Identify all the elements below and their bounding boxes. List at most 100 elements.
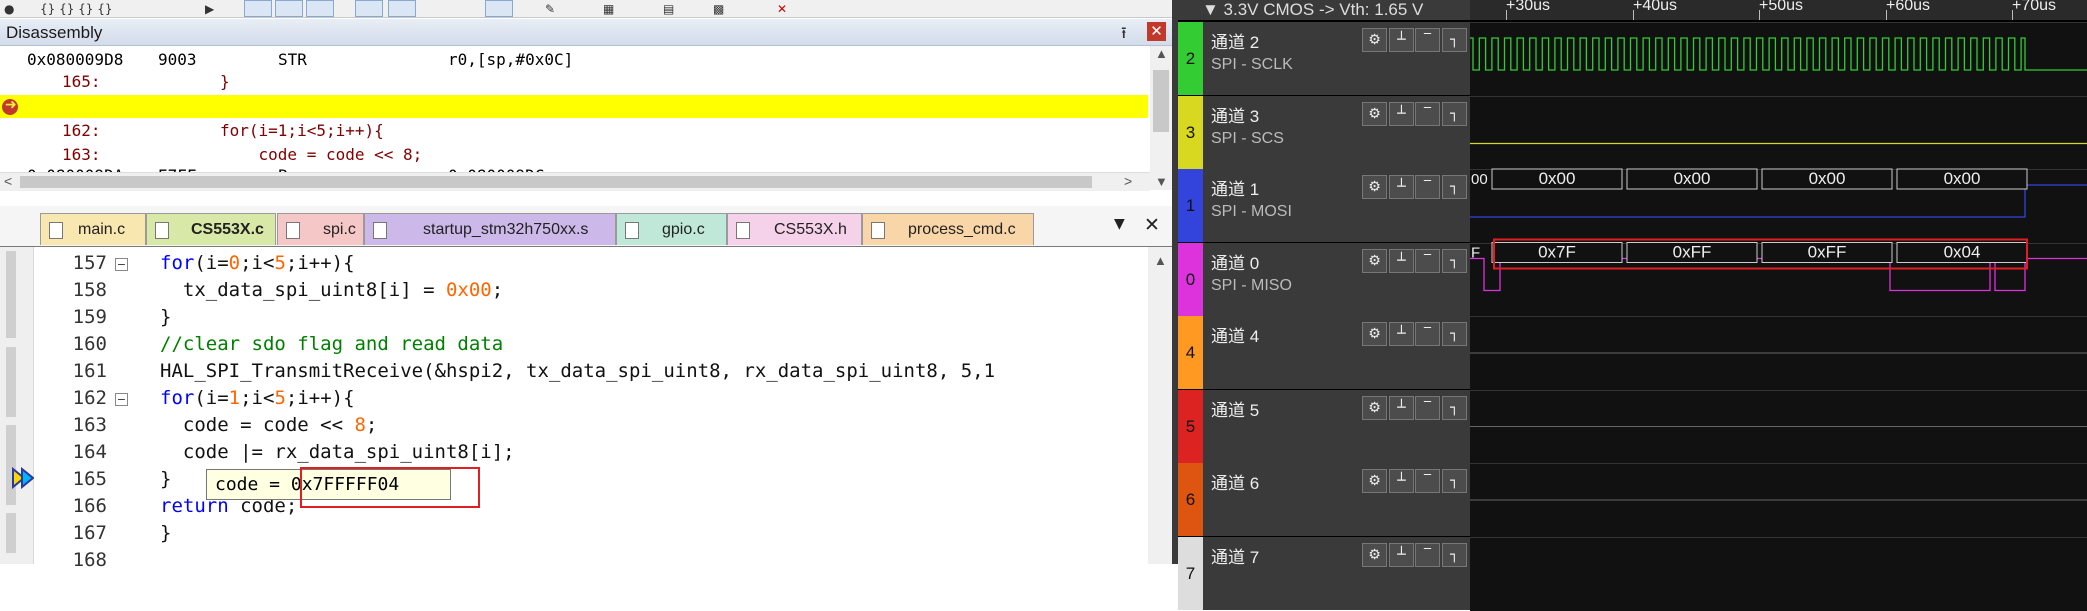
time-axis[interactable]: +30us +40us +50us +60us +70us xyxy=(1470,0,2087,20)
disassembly-vscrollbar[interactable]: ▲ ▼ xyxy=(1150,46,1172,190)
toolbar-button[interactable] xyxy=(275,0,303,17)
scroll-thumb[interactable] xyxy=(20,176,1092,188)
tab-main-c[interactable]: main.c xyxy=(40,213,146,245)
high-level-trigger-icon[interactable]: ‾ xyxy=(1415,542,1440,567)
fold-toggle-icon[interactable]: − xyxy=(115,393,128,406)
high-level-trigger-icon[interactable]: ‾ xyxy=(1415,469,1440,493)
close-icon[interactable]: ✕ xyxy=(1144,214,1160,236)
channel-row[interactable]: 7 通道 7 ⚙ ┴ ‾ ┐ xyxy=(1178,536,2087,611)
rising-edge-trigger-icon[interactable]: ┴ xyxy=(1389,542,1414,567)
channel-color-swatch[interactable]: 0 xyxy=(1178,242,1203,316)
source-line[interactable]: 162: for(i=1;i<5;i++){ xyxy=(0,119,1148,142)
channel-row[interactable]: 3 通道 3 SPI - SCS ⚙ ┴ ‾ ┐ xyxy=(1178,95,2087,170)
toolbar-button[interactable] xyxy=(388,0,416,17)
code-line[interactable]: 167} xyxy=(0,520,1148,547)
channel-row[interactable]: 1 通道 1 SPI - MOSI ⚙ ┴ ‾ ┐ xyxy=(1178,169,2087,243)
tab-gpio-c[interactable]: gpio.c xyxy=(616,213,727,245)
tab-menu-icon[interactable]: ▼ xyxy=(1114,216,1125,232)
settings-gear-icon[interactable]: ⚙ xyxy=(1362,175,1387,199)
channel-color-swatch[interactable]: 7 xyxy=(1178,536,1203,610)
tab-cs553x-c[interactable]: CS553X.c xyxy=(146,213,276,245)
channel-row[interactable]: 4 通道 4 ⚙ ┴ ‾ ┐ xyxy=(1178,316,2087,390)
tab-spi-c[interactable]: spi.c xyxy=(277,213,364,245)
settings-gear-icon[interactable]: ⚙ xyxy=(1362,248,1387,273)
settings-gear-icon[interactable]: ⚙ xyxy=(1362,469,1387,493)
channel-waveform[interactable] xyxy=(1470,242,2087,317)
channel-row[interactable]: 0 通道 0 SPI - MISO ⚙ ┴ ‾ ┐ xyxy=(1178,242,2087,317)
channel-label[interactable]: 通道 7 ⚙ ┴ ‾ ┐ xyxy=(1203,536,1470,610)
tab-cs553x-h[interactable]: CS553X.h xyxy=(727,213,862,245)
threshold-header[interactable]: ▼ 3.3V CMOS -> Vth: 1.65 V xyxy=(1178,0,1470,20)
code-line[interactable]: 161 HAL_SPI_TransmitReceive(&hspi2, tx_da… xyxy=(0,358,1148,385)
toolbar-button[interactable] xyxy=(485,0,513,17)
toolbar-button[interactable] xyxy=(244,0,272,17)
settings-gear-icon[interactable]: ⚙ xyxy=(1362,322,1387,346)
falling-edge-trigger-icon[interactable]: ┐ xyxy=(1442,28,1467,52)
scroll-thumb[interactable] xyxy=(1153,70,1169,132)
scroll-left-icon[interactable]: < xyxy=(4,173,12,189)
settings-gear-icon[interactable]: ⚙ xyxy=(1362,101,1387,126)
tab-startup-s[interactable]: startup_stm32h750xx.s xyxy=(364,213,616,245)
falling-edge-trigger-icon[interactable]: ┐ xyxy=(1442,322,1467,346)
channel-row[interactable]: 2 通道 2 SPI - SCLK ⚙ ┴ ‾ ┐ xyxy=(1178,22,2087,96)
disasm-line-current[interactable]: ➜ 0x080009DAE7FFB0x080009DC xyxy=(0,95,1148,185)
fold-toggle-icon[interactable]: − xyxy=(115,258,128,271)
toolbar-glyph[interactable]: ● xyxy=(4,2,14,16)
rising-edge-trigger-icon[interactable]: ┴ xyxy=(1389,469,1414,493)
channel-color-swatch[interactable]: 1 xyxy=(1178,169,1203,242)
channel-label[interactable]: 通道 5 ⚙ ┴ ‾ ┐ xyxy=(1203,389,1470,463)
rising-edge-trigger-icon[interactable]: ┴ xyxy=(1389,322,1414,346)
high-level-trigger-icon[interactable]: ‾ xyxy=(1415,101,1440,126)
stop-icon[interactable]: ✕ xyxy=(777,2,787,16)
falling-edge-trigger-icon[interactable]: ┐ xyxy=(1442,395,1467,420)
run-icon[interactable]: ▶ xyxy=(205,2,214,16)
channel-waveform[interactable] xyxy=(1470,22,2087,96)
high-level-trigger-icon[interactable]: ‾ xyxy=(1415,395,1440,420)
rising-edge-trigger-icon[interactable]: ┴ xyxy=(1389,248,1414,273)
rising-edge-trigger-icon[interactable]: ┴ xyxy=(1389,395,1414,420)
code-line[interactable]: 164 code |= rx_data_spi_uint8[i]; xyxy=(0,439,1148,466)
high-level-trigger-icon[interactable]: ‾ xyxy=(1415,28,1440,52)
settings-gear-icon[interactable]: ⚙ xyxy=(1362,28,1387,52)
scroll-right-icon[interactable]: > xyxy=(1124,173,1132,189)
channel-waveform[interactable] xyxy=(1470,389,2087,464)
scroll-down-icon[interactable]: ▼ xyxy=(1155,174,1168,189)
channel-waveform[interactable] xyxy=(1470,463,2087,537)
falling-edge-trigger-icon[interactable]: ┐ xyxy=(1442,101,1467,126)
scroll-up-icon[interactable]: ▲ xyxy=(1154,253,1167,268)
toolbar-glyph[interactable]: ▤ xyxy=(663,2,674,16)
source-line[interactable]: 163: code = code << 8; xyxy=(0,143,1148,166)
channel-color-swatch[interactable]: 6 xyxy=(1178,463,1203,536)
channel-color-swatch[interactable]: 5 xyxy=(1178,389,1203,463)
channel-waveform[interactable] xyxy=(1470,316,2087,390)
channel-waveform[interactable] xyxy=(1470,536,2087,611)
rising-edge-trigger-icon[interactable]: ┴ xyxy=(1389,101,1414,126)
channel-waveform[interactable] xyxy=(1470,169,2087,243)
channel-color-swatch[interactable]: 2 xyxy=(1178,22,1203,95)
high-level-trigger-icon[interactable]: ‾ xyxy=(1415,322,1440,346)
pin-icon[interactable]: ⭱ xyxy=(1121,22,1127,49)
code-line[interactable]: 159} xyxy=(0,304,1148,331)
code-line[interactable]: 168 xyxy=(0,547,1148,574)
channel-row[interactable]: 5 通道 5 ⚙ ┴ ‾ ┐ xyxy=(1178,389,2087,464)
settings-gear-icon[interactable]: ⚙ xyxy=(1362,542,1387,567)
code-line[interactable]: 165} xyxy=(0,466,1148,493)
channel-label[interactable]: 通道 2 SPI - SCLK ⚙ ┴ ‾ ┐ xyxy=(1203,22,1470,95)
toolbar-button[interactable] xyxy=(306,0,334,17)
toolbar-glyph[interactable]: ▦ xyxy=(603,2,614,16)
channel-color-swatch[interactable]: 4 xyxy=(1178,316,1203,389)
toolbar-glyph[interactable]: ▩ xyxy=(713,2,724,16)
channel-waveform[interactable] xyxy=(1470,95,2087,170)
code-line[interactable]: 163 code = code << 8; xyxy=(0,412,1148,439)
channel-label[interactable]: 通道 3 SPI - SCS ⚙ ┴ ‾ ┐ xyxy=(1203,95,1470,169)
code-line[interactable]: 166 return code; xyxy=(0,493,1148,520)
channel-label[interactable]: 通道 0 SPI - MISO ⚙ ┴ ‾ ┐ xyxy=(1203,242,1470,316)
tab-process-cmd-c[interactable]: process_cmd.c xyxy=(862,213,1034,245)
disassembly-view[interactable]: 0x080009D89003STRr0,[sp,#0x0C] 165:} ➜ 0… xyxy=(0,46,1172,185)
toolbar-glyph[interactable]: {} {} {} {} xyxy=(40,2,113,16)
falling-edge-trigger-icon[interactable]: ┐ xyxy=(1442,542,1467,567)
falling-edge-trigger-icon[interactable]: ┐ xyxy=(1442,175,1467,199)
high-level-trigger-icon[interactable]: ‾ xyxy=(1415,248,1440,273)
close-icon[interactable]: ✕ xyxy=(1147,22,1166,41)
falling-edge-trigger-icon[interactable]: ┐ xyxy=(1442,248,1467,273)
